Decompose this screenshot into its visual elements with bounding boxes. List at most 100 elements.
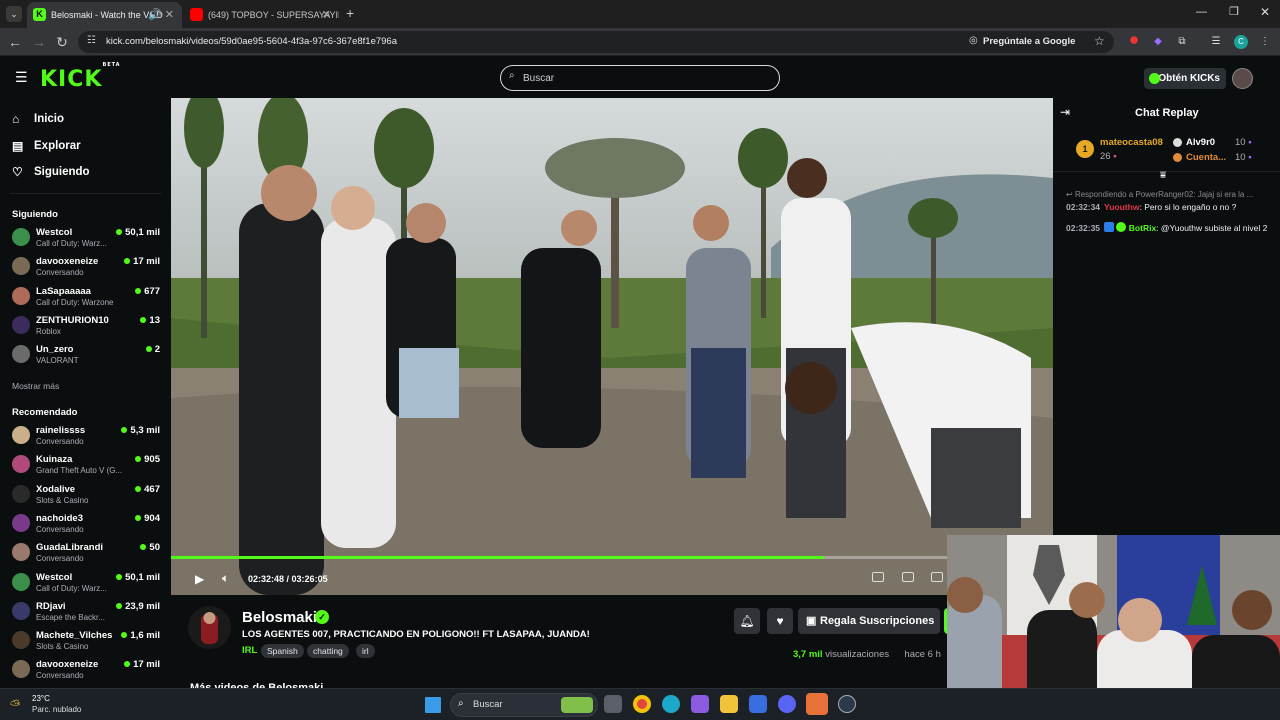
notification-bell-button[interactable]: 🔔︎ [734,608,760,634]
sidebar-nav-siguiendo[interactable]: ♡ Siguiendo [12,162,90,182]
search-bar[interactable]: ⌕ [500,65,780,91]
maximize-button[interactable]: ❐ [1229,5,1239,18]
sidebar-channel-item[interactable]: GuadaLibrandi Conversando 50 [12,539,160,567]
kick-logo[interactable]: KICKBETA [40,62,121,92]
site-info-icon[interactable]: ☷ [87,35,96,46]
store-icon[interactable] [749,695,767,713]
channel-avatar [12,660,30,679]
streamer-name[interactable]: Belosmaki [242,609,317,626]
gift-subscriptions-button[interactable]: ▣ Regala Suscripciones [798,608,940,634]
new-tab-button[interactable]: + [346,5,354,21]
gifter-name[interactable]: Alv9r0 [1186,137,1215,148]
sidebar-channel-item[interactable]: Westcol Call of Duty: Warz... 50,1 mil [12,569,160,597]
search-input[interactable] [523,70,773,86]
app-orange-icon[interactable] [806,693,828,715]
copilot-icon[interactable] [691,695,709,713]
gifter-name[interactable]: mateocasta08 [1100,137,1163,148]
recommended-section-title: Recomendado [12,407,78,418]
gifter-name[interactable]: Cuenta... [1186,152,1226,163]
viewer-count: 467 [144,483,160,495]
play-icon[interactable]: ▶ [195,572,204,586]
profile-avatar[interactable]: C [1234,35,1248,49]
task-view-icon[interactable] [604,695,622,713]
pip-icon[interactable] [872,572,884,582]
channel-avatar [12,286,30,305]
tag-chip[interactable]: Spanish [261,644,304,658]
url-box[interactable]: ☷ kick.com/belosmaki/videos/59d0ae95-560… [78,31,1114,53]
extension-red-icon[interactable]: ⯃ [1127,35,1141,49]
channel-avatar [12,484,30,503]
browser-menu-icon[interactable]: ⋮ [1258,35,1272,49]
sidebar-channel-item[interactable]: davooxeneize Conversando 17 mil [12,656,160,684]
video-category[interactable]: IRL [242,645,257,656]
hamburger-menu-icon[interactable]: ☰ [15,69,28,86]
message-user[interactable]: Yuouthw [1104,202,1139,212]
windows-start-icon[interactable] [425,697,441,713]
minimize-button[interactable]: — [1196,6,1207,18]
sidebar-channel-item[interactable]: Xodalive Slots & Casino 467 [12,481,160,509]
sidebar-channel-item[interactable]: Westcol Call of Duty: Warz... 50,1 mil [12,224,160,252]
sidebar-channel-item[interactable]: Kuinaza Grand Theft Auto V (G... 905 [12,451,160,479]
video-player[interactable] [171,98,1053,595]
sidebar-channel-item[interactable]: davooxeneize Conversando 17 mil [12,253,160,281]
channel-name: Westcol [36,571,73,583]
message-user[interactable]: BotRix [1129,223,1156,233]
tab-close-icon[interactable]: ✕ [165,2,174,28]
tab-close-icon[interactable]: 🔊 [148,2,162,28]
tag-chip[interactable]: chatting [307,644,349,658]
forward-button[interactable]: → [30,34,48,50]
tag-chip[interactable]: irl [356,644,375,658]
sidebar-channel-item[interactable]: ZENTHURION10 Roblox 13 [12,312,160,340]
tab-close-icon[interactable]: ✕ [322,2,331,28]
steam-icon[interactable] [838,695,856,713]
sidebar-channel-item[interactable]: LaSapaaaaa Call of Duty: Warzone 677 [12,283,160,311]
extension-purple-icon[interactable]: ◆ [1151,35,1165,49]
taskbar-search[interactable]: ⌕ [450,693,598,717]
sidebar-channel-item[interactable]: RDjavi Escape the Backr... 23,9 mil [12,598,160,626]
tab-list-button[interactable]: ⌄ [6,6,22,22]
volume-icon[interactable]: 🔈︎ [222,571,229,586]
viewer-count: 17 mil [133,659,160,671]
edge-icon[interactable] [662,695,680,713]
channel-name: GuadaLibrandi [36,542,104,554]
video-progress-bar[interactable] [171,556,1053,559]
tab-kick-vod[interactable]: K Belosmaki - Watch the VOD 🔊 ✕ [27,2,182,28]
sidebar-channel-item[interactable]: Machete_Vilches Slots & Casino 1,6 mil [12,627,160,655]
ask-google-button[interactable]: Pregúntale a Google [983,36,1075,47]
channel-avatar [12,543,30,562]
sidebar-channel-item[interactable]: Un_zero VALORANT 2 [12,341,160,369]
bookmark-star-icon[interactable]: ☆ [1094,34,1105,48]
get-kicks-button[interactable]: Obtén KICKs [1144,68,1226,89]
sidebar-channel-item[interactable]: nachoide3 Conversando 904 [12,510,160,538]
channel-avatar [12,228,30,246]
discord-icon[interactable] [778,695,796,713]
sidebar-nav-explorar[interactable]: ▤ Explorar [12,136,81,156]
user-avatar[interactable] [1232,68,1253,89]
url-text[interactable]: kick.com/belosmaki/videos/59d0ae95-5604-… [106,36,397,47]
sidebar-nav-inicio[interactable]: ⌂ Inicio [12,109,64,129]
reading-list-icon[interactable]: ☰ [1209,35,1223,49]
file-explorer-icon[interactable] [720,695,738,713]
follow-heart-button[interactable]: ♥ [767,608,793,634]
channel-category: Conversando [36,671,84,681]
live-dot-icon [135,456,142,463]
tab-youtube[interactable]: (649) TOPBOY - SUPERSAYAYIN ✕ [184,2,339,28]
taskbar-search-input[interactable] [473,699,553,710]
chrome-icon[interactable] [633,695,651,713]
collapse-chat-icon[interactable]: ⇥ [1060,105,1070,119]
reload-button[interactable]: ↻ [53,34,71,50]
show-more-link[interactable]: Mostrar más [12,381,59,391]
back-button[interactable]: ← [6,34,24,50]
filter-icon[interactable]: ⩸ [1160,170,1166,181]
theater-mode-icon[interactable] [902,572,914,582]
channel-avatar [12,315,30,334]
sidebar-channel-item[interactable]: rainelissss Conversando 5,3 mil [12,422,160,450]
close-window-button[interactable]: ✕ [1260,5,1270,19]
google-lens-icon[interactable]: ◎ [969,35,978,46]
kicks-coin-icon [1149,73,1160,84]
streamer-avatar[interactable] [188,606,231,649]
gift-icon: ▣ [806,615,817,627]
extensions-puzzle-icon[interactable]: ⧉ [1175,35,1189,49]
verified-badge-icon: ✓ [315,610,329,624]
fullscreen-icon[interactable] [931,572,943,582]
